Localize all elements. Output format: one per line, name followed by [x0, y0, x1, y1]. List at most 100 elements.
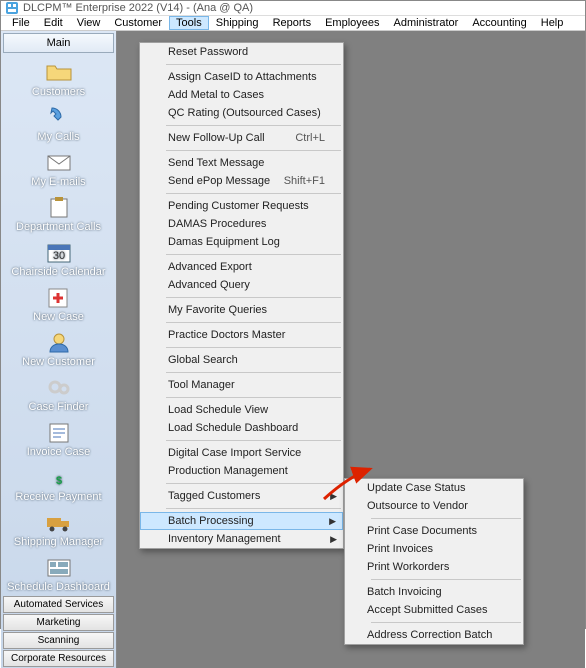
sidebar-item-chairside-calendar[interactable]: 30 Chairside Calendar — [1, 235, 116, 280]
submenu-item-print-workorders[interactable]: Print Workorders — [345, 558, 523, 576]
sidebar-item-label: Case Finder — [29, 401, 89, 413]
sidebar-item-receive-payment[interactable]: $Receive Payment — [1, 460, 116, 505]
menu-separator — [371, 518, 521, 519]
menu-item-qc-rating-outsourced-cases-[interactable]: QC Rating (Outsourced Cases) — [140, 104, 343, 122]
sidebar-item-label: Department Calls — [16, 221, 101, 233]
menu-separator — [371, 579, 521, 580]
menu-item-send-epop-message[interactable]: Send ePop MessageShift+F1 — [140, 172, 343, 190]
menu-customer[interactable]: Customer — [107, 16, 169, 30]
menu-item-label: Batch Invoicing — [367, 586, 442, 598]
menu-item-damas-procedures[interactable]: DAMAS Procedures — [140, 215, 343, 233]
menu-item-my-favorite-queries[interactable]: My Favorite Queries — [140, 301, 343, 319]
sidebar: Main CustomersMy CallsMy E-mailsDepartme… — [1, 31, 117, 668]
mail-icon — [43, 149, 75, 175]
menu-item-load-schedule-view[interactable]: Load Schedule View — [140, 401, 343, 419]
menu-file[interactable]: File — [5, 16, 37, 30]
menu-separator — [166, 372, 341, 373]
menu-item-label: Address Correction Batch — [367, 629, 492, 641]
menu-tools[interactable]: Tools — [169, 16, 209, 30]
menu-item-global-search[interactable]: Global Search — [140, 351, 343, 369]
sidebar-item-label: Customers — [32, 86, 85, 98]
menu-administrator[interactable]: Administrator — [387, 16, 466, 30]
menu-item-load-schedule-dashboard[interactable]: Load Schedule Dashboard — [140, 419, 343, 437]
sidebar-item-my-e-mails[interactable]: My E-mails — [1, 145, 116, 190]
menu-help[interactable]: Help — [534, 16, 571, 30]
menu-separator — [371, 622, 521, 623]
sidebar-item-label: Chairside Calendar — [11, 266, 105, 278]
submenu-item-update-case-status[interactable]: Update Case Status — [345, 479, 523, 497]
submenu-item-print-case-documents[interactable]: Print Case Documents — [345, 522, 523, 540]
sidebar-button-automated-services[interactable]: Automated Services — [3, 596, 114, 613]
menu-item-label: Advanced Export — [168, 261, 252, 273]
menu-separator — [166, 64, 341, 65]
menu-item-label: Production Management — [168, 465, 288, 477]
menu-item-label: Load Schedule Dashboard — [168, 422, 298, 434]
menu-item-pending-customer-requests[interactable]: Pending Customer Requests — [140, 197, 343, 215]
svg-text:30: 30 — [52, 250, 64, 262]
menu-separator — [166, 347, 341, 348]
menu-item-tagged-customers[interactable]: Tagged Customers▶ — [140, 487, 343, 505]
menu-item-label: Send Text Message — [168, 157, 264, 169]
menu-view[interactable]: View — [70, 16, 108, 30]
phone-icon — [43, 104, 75, 130]
menu-item-shortcut: Ctrl+L — [295, 132, 325, 144]
sidebar-button-scanning[interactable]: Scanning — [3, 632, 114, 649]
submenu-item-accept-submitted-cases[interactable]: Accept Submitted Cases — [345, 601, 523, 619]
dollar-icon: $ — [43, 464, 75, 490]
menu-item-label: My Favorite Queries — [168, 304, 267, 316]
menu-edit[interactable]: Edit — [37, 16, 70, 30]
menu-item-advanced-export[interactable]: Advanced Export — [140, 258, 343, 276]
sidebar-item-schedule-dashboard[interactable]: Schedule Dashboard — [1, 550, 116, 595]
sidebar-button-corporate-resources[interactable]: Corporate Resources — [3, 650, 114, 667]
menu-accounting[interactable]: Accounting — [465, 16, 533, 30]
menu-item-tool-manager[interactable]: Tool Manager — [140, 376, 343, 394]
dashboard-icon — [43, 554, 75, 580]
sidebar-item-new-customer[interactable]: New Customer — [1, 325, 116, 370]
submenu-item-batch-invoicing[interactable]: Batch Invoicing — [345, 583, 523, 601]
svg-text:$: $ — [55, 475, 61, 487]
submenu-item-print-invoices[interactable]: Print Invoices — [345, 540, 523, 558]
truck-icon — [43, 509, 75, 535]
menu-item-assign-caseid-to-attachments[interactable]: Assign CaseID to Attachments — [140, 68, 343, 86]
sidebar-item-invoice-case[interactable]: Invoice Case — [1, 415, 116, 460]
menu-item-batch-processing[interactable]: Batch Processing▶ — [140, 512, 343, 530]
window-title: DLCPM™ Enterprise 2022 (V14) - (Ana @ QA… — [23, 2, 253, 14]
tools-menu-dropdown: Reset Password Assign CaseID to Attachmen… — [139, 42, 344, 549]
menu-item-send-text-message[interactable]: Send Text Message — [140, 154, 343, 172]
sidebar-item-case-finder[interactable]: Case Finder — [1, 370, 116, 415]
menu-reports[interactable]: Reports — [266, 16, 319, 30]
menu-item-advanced-query[interactable]: Advanced Query — [140, 276, 343, 294]
menu-separator — [166, 125, 341, 126]
menu-item-digital-case-import-service[interactable]: Digital Case Import Service — [140, 444, 343, 462]
sidebar-item-label: Invoice Case — [27, 446, 91, 458]
menu-item-label: Reset Password — [168, 46, 248, 58]
menu-item-practice-doctors-master[interactable]: Practice Doctors Master — [140, 326, 343, 344]
menu-item-label: Outsource to Vendor — [367, 500, 468, 512]
menu-item-label: Practice Doctors Master — [168, 329, 285, 341]
menu-item-inventory-management[interactable]: Inventory Management▶ — [140, 530, 343, 548]
sidebar-item-new-case[interactable]: New Case — [1, 280, 116, 325]
menu-item-label: Load Schedule View — [168, 404, 268, 416]
sidebar-item-shipping-manager[interactable]: Shipping Manager — [1, 505, 116, 550]
sidebar-button-marketing[interactable]: Marketing — [3, 614, 114, 631]
menu-separator — [166, 397, 341, 398]
menu-item-reset-password[interactable]: Reset Password — [140, 43, 343, 61]
menu-separator — [166, 483, 341, 484]
menu-item-production-management[interactable]: Production Management — [140, 462, 343, 480]
menu-employees[interactable]: Employees — [318, 16, 386, 30]
sidebar-item-my-calls[interactable]: My Calls — [1, 100, 116, 145]
user-icon — [43, 329, 75, 355]
sidebar-item-customers[interactable]: Customers — [1, 55, 116, 100]
sidebar-item-department-calls[interactable]: Department Calls — [1, 190, 116, 235]
menu-item-damas-equipment-log[interactable]: Damas Equipment Log — [140, 233, 343, 251]
menu-item-label: Print Invoices — [367, 543, 433, 555]
menu-item-shortcut: Shift+F1 — [284, 175, 325, 187]
menu-item-label: Print Case Documents — [367, 525, 477, 537]
plus-icon — [43, 284, 75, 310]
menu-item-add-metal-to-cases[interactable]: Add Metal to Cases — [140, 86, 343, 104]
submenu-item-outsource-to-vendor[interactable]: Outsource to Vendor — [345, 497, 523, 515]
menu-shipping[interactable]: Shipping — [209, 16, 266, 30]
menu-separator — [166, 193, 341, 194]
menu-item-new-follow-up-call[interactable]: New Follow-Up CallCtrl+L — [140, 129, 343, 147]
menu-item-label: Tagged Customers — [168, 490, 260, 502]
